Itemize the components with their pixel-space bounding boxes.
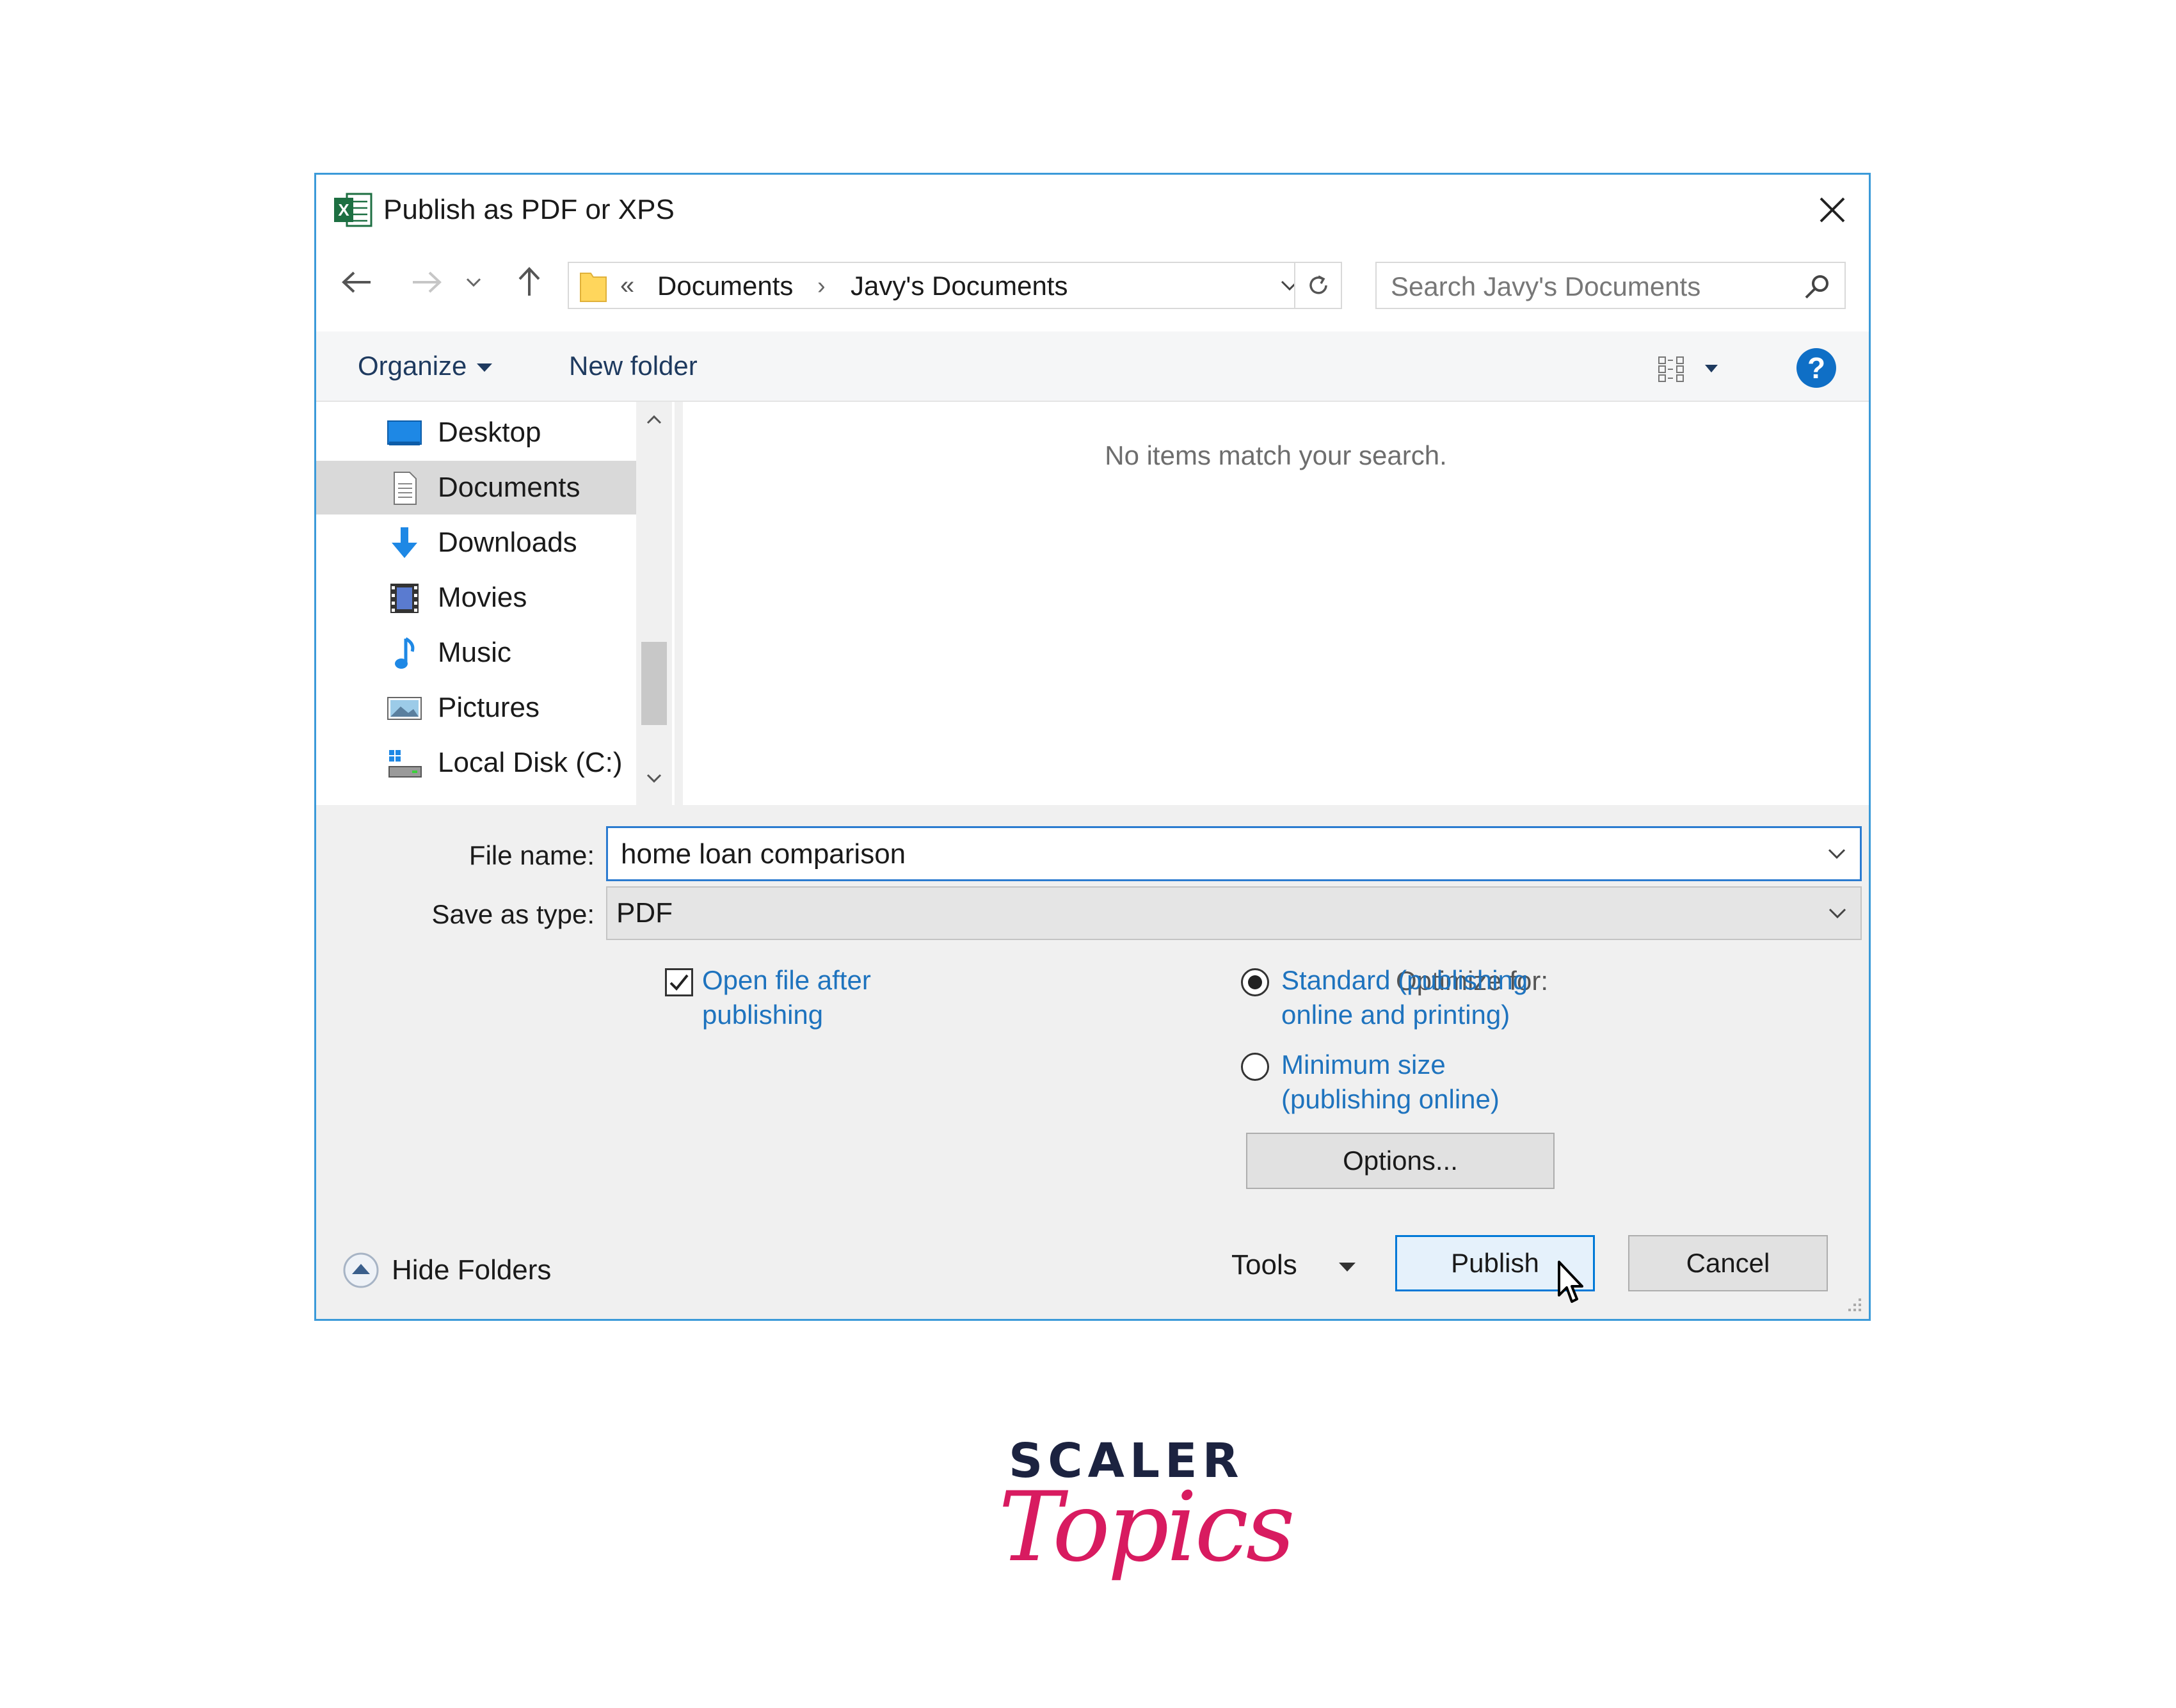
publish-dialog: X Publish as PDF or XPS « Documents › Ja…	[314, 173, 1871, 1321]
save-as-type-label: Save as type:	[431, 899, 595, 929]
sidebar-item-music[interactable]: Music	[316, 626, 636, 680]
optimize-standard-radio[interactable]	[1241, 968, 1269, 996]
arrow-right-icon	[413, 271, 442, 293]
cancel-button[interactable]: Cancel	[1628, 1235, 1828, 1291]
save-as-type-dropdown-button[interactable]	[1821, 897, 1854, 930]
sidebar-item-label: Pictures	[438, 692, 540, 723]
options-button[interactable]: Options...	[1246, 1133, 1555, 1189]
nav-scrollbar[interactable]	[636, 402, 672, 805]
music-icon	[395, 637, 415, 669]
documents-icon	[394, 472, 417, 505]
optimize-minimum-label-line1[interactable]: Minimum size	[1281, 1048, 1446, 1082]
desktop-icon	[387, 420, 422, 445]
view-options-icon[interactable]	[1654, 349, 1724, 388]
sidebar-item-downloads[interactable]: Downloads	[316, 516, 636, 570]
address-bar[interactable]: « Documents › Javy's Documents	[568, 262, 1342, 309]
search-icon[interactable]	[1801, 271, 1833, 303]
close-icon	[1820, 197, 1845, 223]
open-after-publishing-checkbox[interactable]	[665, 968, 693, 996]
tools-button[interactable]: Tools	[1231, 1246, 1297, 1284]
help-button[interactable]: ?	[1796, 348, 1836, 388]
resize-grip-icon[interactable]	[1844, 1295, 1864, 1314]
breadcrumb-overflow[interactable]: «	[620, 268, 634, 303]
organize-button[interactable]: Organize	[358, 348, 493, 384]
search-box[interactable]	[1375, 262, 1846, 309]
sidebar-item-label: Documents	[438, 472, 580, 503]
scaler-topics-logo: SCALER Topics	[998, 1433, 1295, 1600]
window-title: Publish as PDF or XPS	[383, 194, 675, 225]
scroll-down-button[interactable]	[636, 760, 672, 796]
sidebar-item-documents[interactable]: Documents	[316, 461, 636, 515]
forward-button[interactable]	[407, 263, 445, 301]
sidebar-item-desktop[interactable]: Desktop	[316, 406, 636, 459]
caret-down-icon[interactable]	[1339, 1263, 1356, 1272]
optimize-minimum-radio[interactable]	[1241, 1053, 1269, 1081]
pictures-icon	[387, 697, 422, 720]
folder-icon	[580, 273, 607, 302]
recent-locations-button[interactable]	[461, 263, 486, 301]
command-toolbar: Organize New folder ?	[316, 331, 1869, 402]
save-as-type-select[interactable]: PDF	[606, 886, 1862, 940]
file-name-label: File name:	[468, 840, 595, 870]
radio-selected-dot	[1248, 975, 1262, 989]
title-bar: X Publish as PDF or XPS	[316, 175, 1869, 245]
chevron-down-icon	[1828, 908, 1846, 919]
movies-icon	[390, 584, 419, 613]
chevron-down-icon	[1828, 849, 1846, 859]
downloads-icon	[392, 527, 417, 558]
back-button[interactable]	[338, 263, 376, 301]
empty-message: No items match your search.	[1105, 440, 1447, 470]
excel-icon: X	[334, 193, 372, 227]
navigation-pane: Desktop Documents Downloads Movies Music…	[316, 402, 675, 805]
close-button[interactable]	[1810, 188, 1855, 232]
mouse-cursor-icon	[1558, 1261, 1583, 1303]
chevron-up-icon	[646, 415, 662, 424]
arrow-up-icon	[518, 267, 540, 296]
local-disk-icon	[388, 750, 422, 778]
sidebar-item-movies[interactable]: Movies	[316, 571, 636, 625]
file-list-pane[interactable]: No items match your search.	[683, 402, 1869, 805]
refresh-icon	[1309, 275, 1327, 294]
scroll-up-button[interactable]	[636, 402, 672, 438]
file-name-dropdown-button[interactable]	[1820, 837, 1853, 870]
breadcrumb-javys-documents[interactable]: Javy's Documents	[851, 268, 1068, 304]
open-after-publishing-label-line2[interactable]: publishing	[702, 998, 823, 1032]
sidebar-item-label: Downloads	[438, 527, 577, 558]
search-input[interactable]	[1389, 268, 1782, 305]
chevron-down-icon	[466, 278, 481, 287]
optimize-standard-label-line2[interactable]: online and printing)	[1281, 998, 1510, 1032]
breadcrumb-documents[interactable]: Documents	[657, 268, 793, 304]
sidebar-item-pictures[interactable]: Pictures	[316, 681, 636, 735]
breadcrumb-separator[interactable]: ›	[817, 268, 826, 304]
sidebar-item-local-disk[interactable]: Local Disk (C:)	[316, 736, 636, 790]
open-after-publishing-label-line1[interactable]: Open file after	[702, 963, 871, 998]
file-name-combobox[interactable]	[606, 826, 1862, 881]
chevron-down-icon	[646, 774, 662, 783]
save-as-type-value: PDF	[616, 897, 673, 929]
logo-line2: Topics	[998, 1472, 1295, 1583]
up-button[interactable]	[510, 263, 548, 301]
scroll-thumb[interactable]	[641, 642, 667, 725]
optimize-minimum-label-line2[interactable]: (publishing online)	[1281, 1082, 1500, 1117]
chevron-up-circle-icon	[343, 1252, 379, 1288]
refresh-button[interactable]	[1294, 262, 1342, 309]
caret-down-icon	[477, 363, 493, 372]
checkmark-icon	[669, 974, 689, 991]
sidebar-item-label: Desktop	[438, 417, 541, 448]
sidebar-item-label: Local Disk (C:)	[438, 747, 623, 778]
optimize-standard-label-line1[interactable]: Standard (publishing	[1281, 963, 1528, 998]
sidebar-item-label: Movies	[438, 582, 527, 613]
file-name-input[interactable]	[620, 834, 1787, 874]
sidebar-item-label: Music	[438, 637, 511, 668]
svg-text:X: X	[338, 200, 349, 219]
organize-label: Organize	[358, 351, 467, 381]
hide-folders-label: Hide Folders	[392, 1254, 552, 1286]
arrow-left-icon	[342, 271, 371, 293]
new-folder-button[interactable]: New folder	[569, 348, 698, 384]
